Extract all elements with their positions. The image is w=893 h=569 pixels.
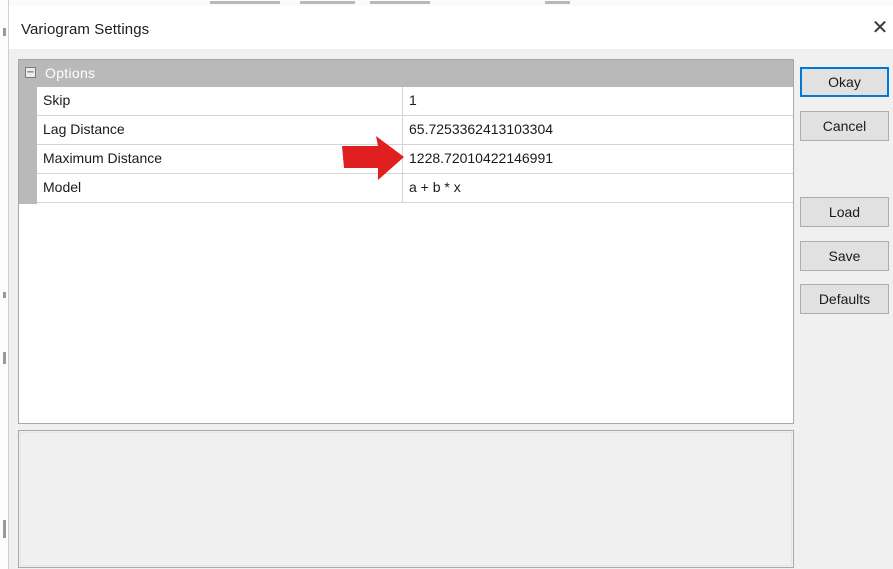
background-edge-top — [0, 0, 893, 6]
background-mark — [3, 352, 6, 364]
cancel-button[interactable]: Cancel — [800, 111, 889, 141]
red-arrow-shape — [342, 136, 404, 180]
description-panel — [18, 430, 794, 568]
background-edge-left — [0, 0, 9, 569]
property-name: Maximum Distance — [43, 150, 163, 166]
category-label: Options — [45, 65, 96, 81]
save-button[interactable]: Save — [800, 241, 889, 271]
property-row-maximum-distance[interactable]: Maximum Distance 1228.72010422146991 — [37, 145, 793, 174]
property-value[interactable]: 65.7253362413103304 — [409, 121, 553, 137]
background-text-fragment — [210, 1, 280, 4]
property-value[interactable]: 1 — [409, 92, 417, 108]
background-text-fragment — [300, 1, 355, 4]
column-divider — [402, 87, 403, 115]
property-row-skip[interactable]: Skip 1 — [37, 87, 793, 116]
property-grid[interactable]: − Options Skip 1 Lag Distance 65.7253362… — [18, 59, 794, 424]
property-name: Skip — [43, 92, 71, 108]
background-mark — [3, 520, 6, 538]
property-name: Model — [43, 179, 82, 195]
dialog-title: Variogram Settings — [21, 21, 150, 38]
property-row-model[interactable]: Model a + b * x — [37, 174, 793, 203]
load-button[interactable]: Load — [800, 197, 889, 227]
dialog-titlebar: Variogram Settings ✕ — [9, 7, 893, 49]
property-value[interactable]: a + b * x — [409, 179, 461, 195]
description-panel-inner — [20, 432, 792, 566]
category-row-options[interactable]: − Options — [19, 60, 793, 87]
background-text-fragment — [545, 1, 570, 4]
background-mark — [3, 292, 6, 298]
property-grid-margin — [19, 87, 37, 204]
dialog-body: − Options Skip 1 Lag Distance 65.7253362… — [9, 49, 893, 569]
property-name: Lag Distance — [43, 121, 125, 137]
property-row-lag-distance[interactable]: Lag Distance 65.7253362413103304 — [37, 116, 793, 145]
defaults-button[interactable]: Defaults — [800, 284, 889, 314]
background-text-fragment — [370, 1, 430, 4]
property-value[interactable]: 1228.72010422146991 — [409, 150, 553, 166]
red-arrow-icon — [342, 136, 404, 180]
okay-button[interactable]: Okay — [800, 67, 889, 97]
collapse-icon[interactable]: − — [25, 67, 36, 78]
close-button[interactable]: ✕ — [867, 15, 893, 41]
close-icon: ✕ — [871, 17, 889, 39]
background-mark — [3, 28, 6, 36]
